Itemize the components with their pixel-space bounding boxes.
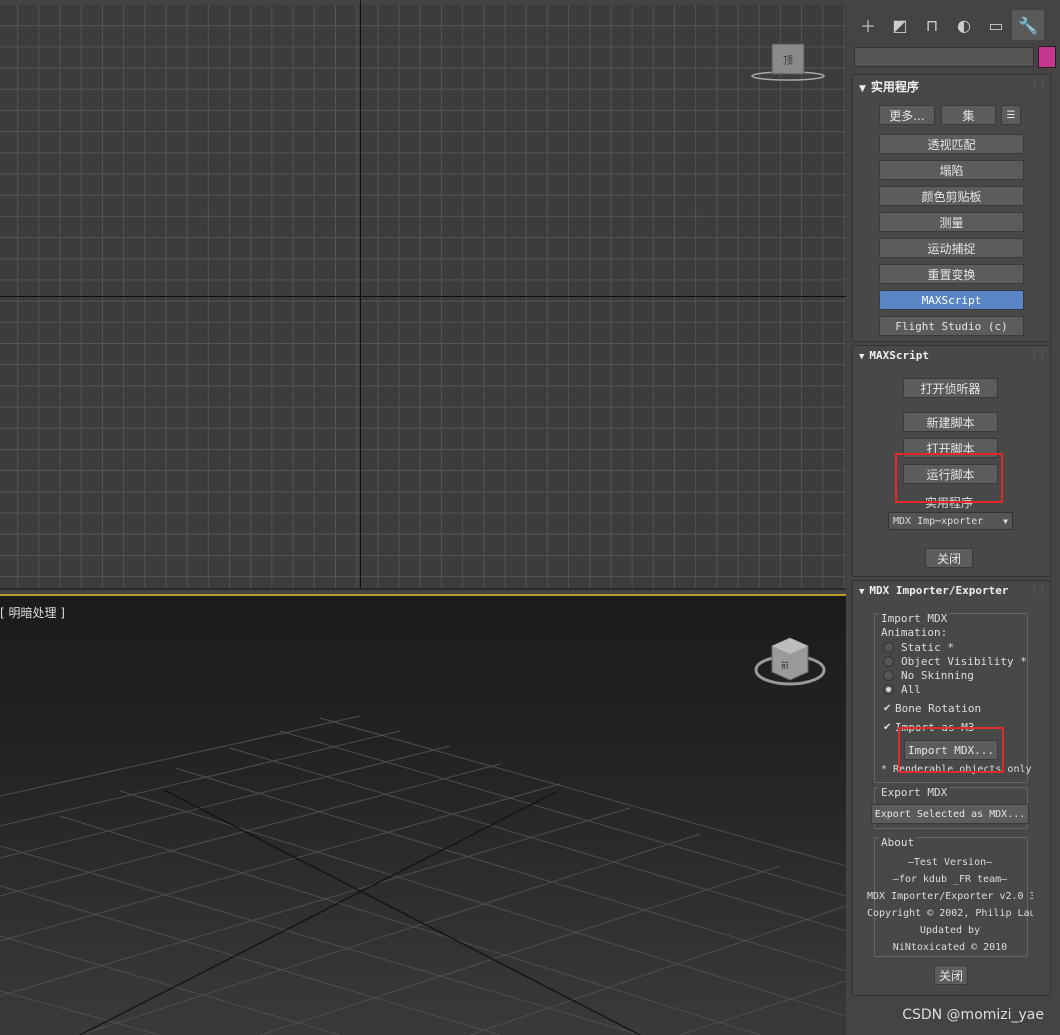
- rollout-grip[interactable]: ⋮⋮: [1030, 585, 1047, 595]
- svg-text:顶: 顶: [783, 55, 793, 67]
- motion-icon[interactable]: ◐: [948, 10, 980, 40]
- viewport-perspective[interactable]: [ 明暗处理 ] 前: [0, 594, 846, 1035]
- more-button[interactable]: 更多...: [879, 105, 935, 125]
- export-mdx-group: Export MDX Export Selected as MDX...: [871, 786, 1029, 829]
- maxscript-rollout: ▼ MAXScript ⋮⋮ 打开侦听器 新建脚本 打开脚本 运行脚本 实用程序 …: [852, 345, 1051, 577]
- utilities-dropdown[interactable]: MDX Imp⋯xporter ▼: [888, 512, 1013, 530]
- watermark: CSDN @momizi_yae: [902, 1007, 1044, 1023]
- open-listener-button[interactable]: 打开侦听器: [903, 378, 998, 398]
- perspective-grid: [0, 715, 846, 1035]
- object-color-swatch[interactable]: [1038, 46, 1056, 68]
- run-script-button[interactable]: 运行脚本: [903, 464, 998, 484]
- motion-capture-button[interactable]: 运动捕捉: [879, 238, 1024, 258]
- export-mdx-group-label: Export MDX: [879, 786, 950, 799]
- animation-label: Animation:: [881, 626, 948, 639]
- maxscript-close-button[interactable]: 关闭: [925, 548, 973, 568]
- about-group: About —Test Version— —for kdub _FR team—…: [867, 836, 1033, 957]
- utilities-label: 实用程序: [925, 496, 974, 510]
- maxscript-button[interactable]: MAXScript: [879, 290, 1024, 310]
- anim-radio-object-visibility[interactable]: [883, 656, 894, 667]
- about-line: —Test Version—: [907, 857, 993, 868]
- anim-radio-static-label: Static *: [901, 641, 954, 654]
- rollout-grip[interactable]: ⋮⋮: [1030, 79, 1047, 89]
- new-script-button[interactable]: 新建脚本: [903, 412, 998, 432]
- collapse-button[interactable]: 塌陷: [879, 160, 1024, 180]
- rollout-grip[interactable]: ⋮⋮: [1030, 350, 1047, 360]
- export-selected-button[interactable]: Export Selected as MDX...: [871, 804, 1029, 824]
- grid-axis-vertical: [360, 0, 361, 588]
- import-mdx-group: Import MDX Animation: Static * Object Vi…: [874, 612, 1032, 783]
- anim-radio-all[interactable]: [883, 684, 894, 695]
- anim-radio-all-label: All: [901, 683, 921, 696]
- anim-radio-object-visibility-label: Object Visibility *: [901, 655, 1027, 668]
- sets-button[interactable]: 集: [941, 105, 996, 125]
- about-line: —for kdub _FR team—: [892, 874, 1008, 885]
- reset-xform-button[interactable]: 重置变换: [879, 264, 1024, 284]
- import-mdx-group-label: Import MDX: [879, 612, 950, 625]
- mdx-rollout-title[interactable]: ▼ MDX Importer/Exporter: [859, 584, 1009, 597]
- chevron-down-icon: ▼: [1003, 516, 1008, 526]
- command-panel-tabs: ＋ ◩ ⊓ ◐ ▭ 🔧: [852, 10, 1056, 40]
- measure-button[interactable]: 测量: [879, 212, 1024, 232]
- bone-rotation-label: Bone Rotation: [895, 702, 982, 715]
- bone-rotation-checkbox[interactable]: ✔: [883, 704, 893, 714]
- display-icon[interactable]: ▭: [980, 10, 1012, 40]
- viewport-top[interactable]: 顶: [0, 0, 846, 590]
- create-icon[interactable]: ＋: [852, 10, 884, 40]
- about-group-label: About: [879, 836, 917, 849]
- utilities-icon[interactable]: 🔧: [1012, 10, 1044, 40]
- viewport-top-border: [0, 0, 846, 5]
- hierarchy-icon[interactable]: ⊓: [916, 10, 948, 40]
- anim-radio-static[interactable]: [883, 642, 894, 653]
- perspective-match-button[interactable]: 透视匹配: [879, 134, 1024, 154]
- viewcube-top[interactable]: 顶: [750, 40, 830, 90]
- viewcube-perspective[interactable]: 前: [750, 626, 830, 696]
- open-script-button[interactable]: 打开脚本: [903, 438, 998, 458]
- modify-icon[interactable]: ◩: [884, 10, 916, 40]
- about-text: —Test Version— —for kdub _FR team— MDX I…: [867, 854, 1033, 956]
- renderable-note: * Renderable objects only: [881, 764, 1032, 775]
- command-panel: ＋ ◩ ⊓ ◐ ▭ 🔧 ▼ 实用程序 ⋮⋮ 更多... 集 ☰ 透视匹配 塌陷 颜…: [848, 0, 1060, 1033]
- import-mdx-button[interactable]: Import MDX...: [904, 740, 998, 760]
- about-line: Copyright © 2002, Philip Lau: [867, 908, 1033, 919]
- maxscript-rollout-title[interactable]: ▼ MAXScript: [859, 349, 929, 362]
- svg-text:前: 前: [781, 660, 789, 670]
- utilities-dropdown-value: MDX Imp⋯xporter: [893, 515, 984, 527]
- import-as-m3-checkbox[interactable]: ✔: [883, 723, 893, 733]
- anim-radio-no-skinning[interactable]: [883, 670, 894, 681]
- about-line: Updated by: [919, 925, 981, 936]
- import-as-m3-label: Import as M3: [895, 721, 975, 734]
- utilities-rollout: ▼ 实用程序 ⋮⋮ 更多... 集 ☰ 透视匹配 塌陷 颜色剪贴板 测量 运动捕捉…: [852, 74, 1051, 342]
- mdx-close-button[interactable]: 关闭: [934, 965, 968, 985]
- anim-radio-no-skinning-label: No Skinning: [901, 669, 974, 682]
- about-line: MDX Importer/Exporter v2.0 3: [867, 891, 1033, 902]
- utilities-rollout-title[interactable]: ▼ 实用程序: [859, 78, 919, 95]
- configure-sets-icon[interactable]: ☰: [1001, 105, 1021, 125]
- object-name-field[interactable]: [854, 47, 1034, 67]
- mdx-rollout: ▼ MDX Importer/Exporter ⋮⋮ Import MDX Ani…: [852, 580, 1051, 996]
- about-line: NiNtoxicated © 2010: [892, 942, 1008, 953]
- color-clipboard-button[interactable]: 颜色剪贴板: [879, 186, 1024, 206]
- flight-studio-button[interactable]: Flight Studio (c): [879, 316, 1024, 336]
- grid-axis-horizontal: [0, 296, 846, 297]
